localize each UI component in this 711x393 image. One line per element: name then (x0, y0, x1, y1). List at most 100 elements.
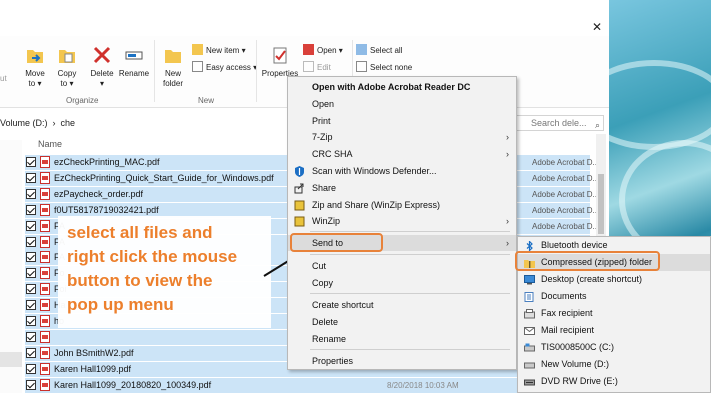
menu-item-open[interactable]: Open (288, 96, 516, 112)
row-checkbox[interactable] (26, 172, 36, 183)
file-type: Adobe Acrobat D... (532, 189, 600, 199)
menu-item-open-with-acrobat[interactable]: Open with Adobe Acrobat Reader DC (288, 79, 516, 95)
chevron-down-icon: ▾ (69, 79, 74, 88)
move-to-label: Move to (25, 69, 45, 88)
file-name: John BSmithW2.pdf (54, 347, 134, 358)
close-icon[interactable]: ✕ (583, 18, 611, 36)
move-to-button[interactable]: Move to ▾ (20, 44, 50, 89)
row-checkbox[interactable] (26, 363, 36, 374)
pdf-file-icon (40, 315, 50, 327)
menu-item-label: WinZip (312, 216, 341, 226)
group-divider (154, 40, 155, 102)
submenu-item-drive-d[interactable]: New Volume (D:) (518, 356, 710, 373)
menu-item-label: Zip and Share (WinZip Express) (312, 200, 441, 210)
search-input[interactable]: Search dele... ⌕ (516, 115, 604, 131)
row-checkbox[interactable] (26, 220, 36, 231)
menu-item-print[interactable]: Print (288, 113, 516, 129)
menu-item-copy[interactable]: Copy (288, 275, 516, 291)
select-none-button[interactable]: Select none (356, 61, 412, 74)
chevron-right-icon: › (506, 238, 509, 248)
row-checkbox[interactable] (26, 236, 36, 247)
menu-item-create-shortcut[interactable]: Create shortcut (288, 297, 516, 313)
share-icon (294, 183, 304, 194)
delete-x-icon (93, 46, 111, 64)
submenu-item-label: DVD RW Drive (E:) (541, 376, 618, 386)
scrollbar-thumb[interactable] (598, 174, 604, 234)
chevron-down-icon: ▾ (99, 79, 104, 88)
minimize-icon[interactable] (523, 18, 551, 36)
new-folder-button[interactable]: New folder (158, 44, 188, 89)
drive-icon (524, 343, 535, 352)
menu-item-label: Open (312, 99, 335, 109)
submenu-item-fax-recipient[interactable]: Fax recipient (518, 305, 710, 322)
submenu-item-label: Mail recipient (541, 325, 595, 335)
file-name: Karen Hall1099.pdf (54, 363, 132, 374)
menu-item-rename[interactable]: Rename (288, 331, 516, 347)
menu-item-winzip[interactable]: WinZip › (288, 213, 516, 229)
menu-item-zip-and-share[interactable]: Zip and Share (WinZip Express) (288, 197, 516, 213)
pdf-file-icon (40, 203, 50, 216)
delete-button[interactable]: Delete ▾ (88, 44, 116, 89)
copy-to-label: Copy to (57, 69, 77, 88)
new-folder-icon (165, 50, 181, 63)
pdf-file-icon (40, 267, 50, 280)
maximize-icon[interactable] (553, 18, 581, 36)
row-checkbox[interactable] (26, 284, 36, 295)
row-checkbox[interactable] (26, 268, 36, 279)
submenu-item-desktop[interactable]: Desktop (create shortcut) (518, 271, 710, 288)
menu-item-label: Delete (312, 317, 339, 327)
menu-item-share[interactable]: Share (288, 180, 516, 196)
menu-item-scan-defender[interactable]: Scan with Windows Defender... (288, 163, 516, 179)
breadcrumb[interactable]: Volume (D:) › che (0, 115, 75, 131)
submenu-item-dvd-drive[interactable]: DVD RW Drive (E:) (518, 373, 710, 390)
pdf-file-icon (40, 251, 50, 264)
rename-button[interactable]: Rename (118, 44, 150, 79)
submenu-item-mail-recipient[interactable]: Mail recipient (518, 322, 710, 339)
submenu-item-label: TIS0008500C (C:) (541, 342, 615, 352)
winzip-icon (294, 200, 305, 211)
drive-icon (524, 362, 535, 369)
documents-icon (524, 292, 534, 302)
properties-button[interactable]: Properties (260, 44, 300, 79)
table-row[interactable]: Karen Hall1099_20180820_100349.pdf 8/20/2… (25, 377, 599, 393)
menu-item-label: Cut (312, 261, 327, 271)
select-all-button[interactable]: Select all (356, 44, 402, 57)
column-header-name[interactable]: Name (38, 139, 62, 149)
submenu-item-documents[interactable]: Documents (518, 288, 710, 305)
group-label-new: New (198, 96, 215, 105)
row-checkbox[interactable] (26, 204, 36, 215)
row-checkbox[interactable] (26, 316, 36, 326)
row-checkbox[interactable] (26, 347, 36, 358)
row-checkbox[interactable] (26, 331, 36, 342)
pdf-icon (303, 44, 314, 55)
dvd-drive-icon (524, 379, 535, 386)
easy-access-button[interactable]: Easy access ▾ (192, 61, 257, 74)
submenu-item-label: Desktop (create shortcut) (541, 274, 643, 284)
edit-button[interactable]: Edit (303, 61, 331, 74)
menu-item-7zip[interactable]: 7-Zip › (288, 129, 516, 145)
menu-item-cut[interactable]: Cut (288, 258, 516, 274)
submenu-item-drive-c[interactable]: TIS0008500C (C:) (518, 339, 710, 356)
menu-item-properties[interactable]: Properties (288, 353, 516, 369)
copy-to-button[interactable]: Copy to ▾ (52, 44, 82, 89)
submenu-item-label: Fax recipient (541, 308, 593, 318)
easy-access-label: Easy access (206, 63, 251, 72)
row-checkbox[interactable] (26, 252, 36, 263)
pdf-file-icon (40, 362, 50, 375)
mail-icon (524, 327, 535, 335)
menu-item-crc-sha[interactable]: CRC SHA › (288, 146, 516, 162)
menu-item-delete[interactable]: Delete (288, 314, 516, 330)
menu-separator (310, 231, 510, 232)
row-checkbox[interactable] (26, 379, 36, 390)
chevron-down-icon: ▾ (239, 46, 246, 55)
row-checkbox[interactable] (26, 300, 36, 311)
menu-item-label: Open with Adobe Acrobat Reader DC (312, 82, 471, 92)
menu-item-label: Rename (312, 334, 347, 344)
new-item-button[interactable]: New item ▾ (192, 44, 246, 57)
row-checkbox[interactable] (26, 157, 36, 167)
file-type: Adobe Acrobat D... (532, 221, 600, 231)
wallpaper-wave (609, 60, 711, 150)
move-to-icon (27, 50, 43, 63)
row-checkbox[interactable] (26, 188, 36, 199)
open-button[interactable]: Open ▾ (303, 44, 343, 57)
